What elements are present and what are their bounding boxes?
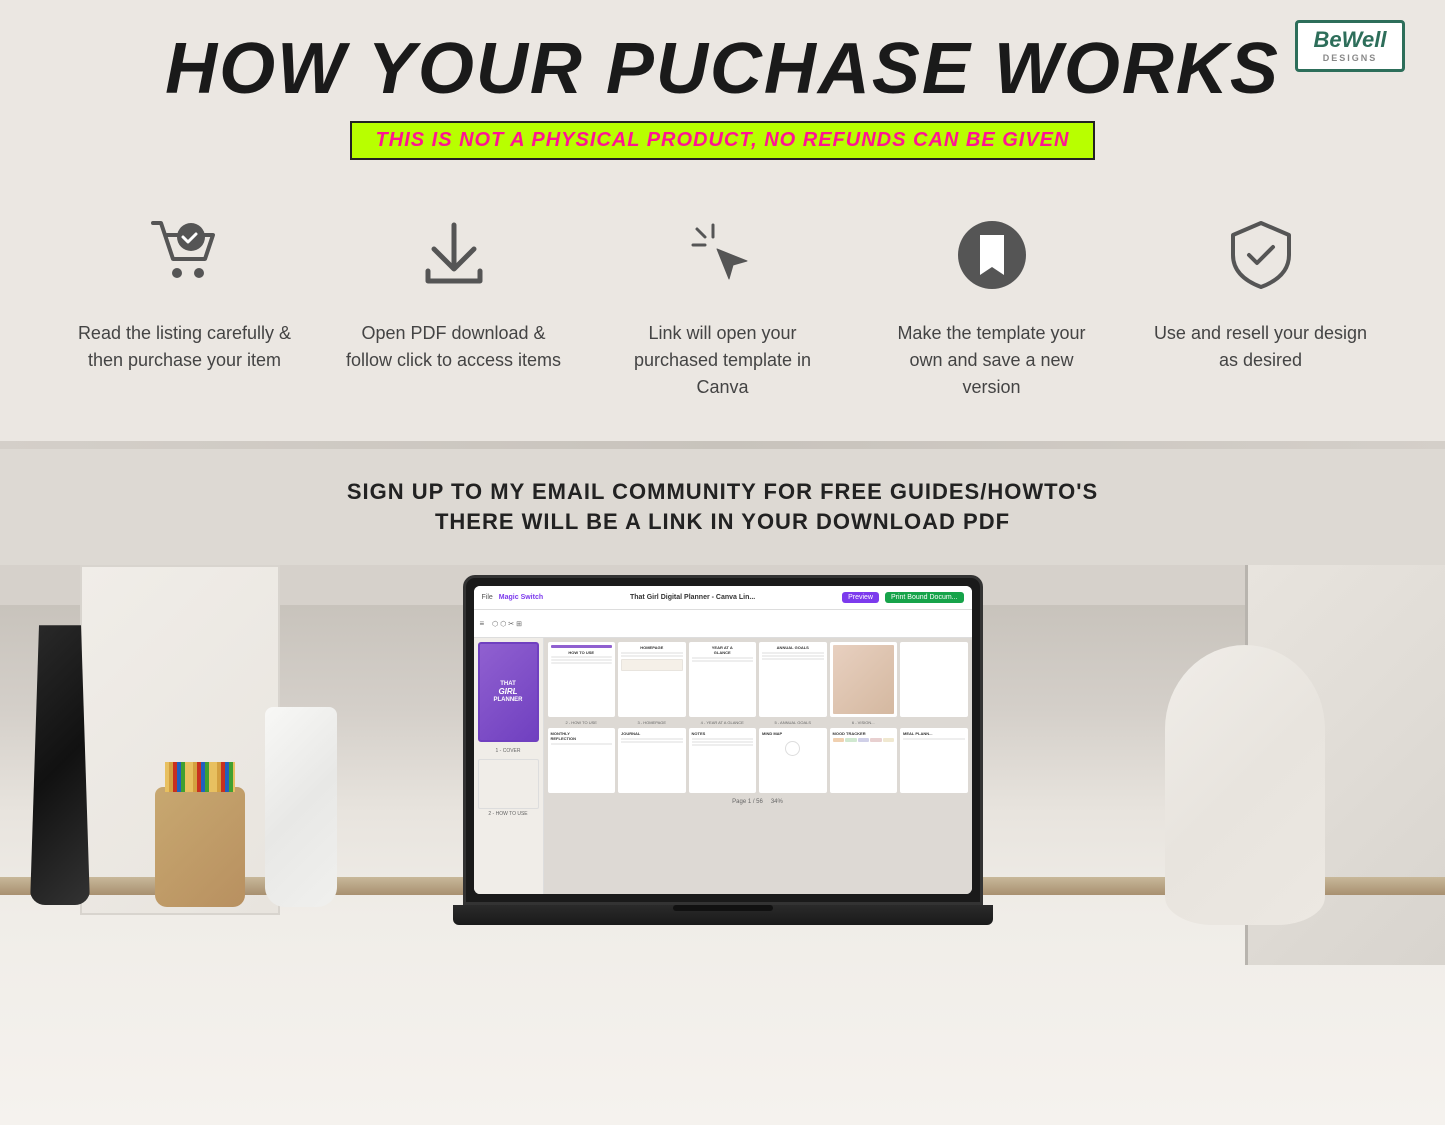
canva-page-11: MOOD TRACKER bbox=[830, 728, 898, 793]
page-label-4: 5 - ANNUAL GOALS bbox=[759, 720, 827, 725]
laptop-base bbox=[453, 905, 993, 925]
canva-page-count: Page 1 / 56 bbox=[732, 799, 763, 805]
page-title: HOW YOUR PUCHASE WORKS bbox=[20, 30, 1425, 109]
step-item-3: Link will open your purchased template i… bbox=[613, 210, 833, 401]
page-label-6 bbox=[900, 720, 968, 725]
bottom-photo-section: File Magic Switch That Girl Digital Plan… bbox=[0, 565, 1445, 1125]
step-item-5: Use and resell your design as desired bbox=[1151, 210, 1371, 374]
step-item-4: Make the template your own and save a ne… bbox=[882, 210, 1102, 401]
laptop: File Magic Switch That Girl Digital Plan… bbox=[463, 575, 983, 925]
canva-page-5 bbox=[830, 642, 898, 717]
canva-interface: File Magic Switch That Girl Digital Plan… bbox=[474, 586, 972, 894]
canva-page-12: MEAL PLANN... bbox=[900, 728, 968, 793]
canva-content-area: THATGirlPLANNER 1 - COVER 2 - HOW TO USE bbox=[474, 638, 972, 894]
canva-toolbar: ≡ ⬡ ⬡ ✂ ⊞ bbox=[474, 610, 972, 638]
step-text-4: Make the template your own and save a ne… bbox=[882, 320, 1102, 401]
canva-zoom: 34% bbox=[771, 799, 783, 805]
canva-page-4: ANNUAL GOALS bbox=[759, 642, 827, 717]
canva-page-thumb-active: THATGirlPLANNER bbox=[478, 642, 539, 742]
step-item-2: Open PDF download & follow click to acce… bbox=[344, 210, 564, 374]
canva-page-count-bar: Page 1 / 56 34% bbox=[548, 796, 968, 808]
canva-topbar: File Magic Switch That Girl Digital Plan… bbox=[474, 586, 972, 610]
toolbar-item-2: ⬡ ⬡ ✂ ⊞ bbox=[492, 620, 522, 628]
download-icon bbox=[409, 210, 499, 300]
canva-page-10: MIND MAP bbox=[759, 728, 827, 793]
cart-check-icon bbox=[140, 210, 230, 300]
logo-text-line2: DESIGNS bbox=[1323, 53, 1378, 63]
email-text-line1: SIGN UP TO MY EMAIL COMMUNITY FOR FREE G… bbox=[20, 479, 1425, 505]
white-vase bbox=[265, 707, 337, 907]
canva-print-btn[interactable]: Print Bound Docum... bbox=[885, 592, 964, 603]
laptop-hinge bbox=[673, 905, 773, 911]
section-divider bbox=[0, 441, 1445, 449]
canva-magic-switch: Magic Switch bbox=[499, 594, 543, 601]
cursor-icon bbox=[678, 210, 768, 300]
step-text-5: Use and resell your design as desired bbox=[1151, 320, 1371, 374]
canva-file-label: File bbox=[482, 594, 493, 601]
email-text-line2: THERE WILL BE A LINK IN YOUR DOWNLOAD PD… bbox=[20, 509, 1425, 535]
canva-page-2: HOMEPAGE bbox=[618, 642, 686, 717]
canva-preview-btn[interactable]: Preview bbox=[842, 592, 879, 603]
sidebar-page-label-2: 2 - HOW TO USE bbox=[478, 809, 539, 819]
pencil-cup bbox=[155, 787, 245, 907]
page-label-2: 3 - HOMEPAGE bbox=[618, 720, 686, 725]
canva-page-1: HOW TO USE bbox=[548, 642, 616, 717]
canva-page-thumb-2 bbox=[478, 759, 539, 809]
logo-text-line1: BeWell bbox=[1314, 29, 1387, 51]
canva-page-7: MONTHLYREFLECTION bbox=[548, 728, 616, 793]
canva-page-9: NOTES bbox=[689, 728, 757, 793]
page-label-1: 2 - HOW TO USE bbox=[548, 720, 616, 725]
top-section: HOW YOUR PUCHASE WORKS THIS IS NOT A PHY… bbox=[0, 0, 1445, 180]
canva-doc-title: That Girl Digital Planner - Canva Lin... bbox=[630, 594, 755, 601]
round-vase-right bbox=[1165, 645, 1325, 925]
step-text-1: Read the listing carefully & then purcha… bbox=[75, 320, 295, 374]
subtitle-bar: THIS IS NOT A PHYSICAL PRODUCT, NO REFUN… bbox=[350, 121, 1096, 160]
shield-check-icon bbox=[1216, 210, 1306, 300]
canva-page-8: JOURNAL bbox=[618, 728, 686, 793]
dark-vase bbox=[30, 625, 90, 905]
step-item-1: Read the listing carefully & then purcha… bbox=[75, 210, 295, 374]
steps-row: Read the listing carefully & then purcha… bbox=[60, 210, 1385, 401]
step-text-3: Link will open your purchased template i… bbox=[613, 320, 833, 401]
canva-sidebar: THATGirlPLANNER 1 - COVER 2 - HOW TO USE bbox=[474, 638, 544, 894]
logo: BeWell DESIGNS bbox=[1295, 20, 1405, 100]
toolbar-item-1: ≡ bbox=[480, 619, 485, 628]
step-text-2: Open PDF download & follow click to acce… bbox=[344, 320, 564, 374]
email-section: SIGN UP TO MY EMAIL COMMUNITY FOR FREE G… bbox=[0, 449, 1445, 565]
laptop-screen: File Magic Switch That Girl Digital Plan… bbox=[463, 575, 983, 905]
page-label-3: 4 - YEAR AT A GLANCE bbox=[689, 720, 757, 725]
canva-page-6 bbox=[900, 642, 968, 717]
page-label-5: 6 - VISION... bbox=[830, 720, 898, 725]
bookmark-circle-icon bbox=[947, 210, 1037, 300]
canva-page-3: YEAR AT AGLANCE bbox=[689, 642, 757, 717]
steps-section: Read the listing carefully & then purcha… bbox=[0, 180, 1445, 441]
sidebar-page-label-1: 1 - COVER bbox=[478, 746, 539, 756]
canva-pages-grid: HOW TO USE HOMEPAGE bbox=[544, 638, 972, 894]
